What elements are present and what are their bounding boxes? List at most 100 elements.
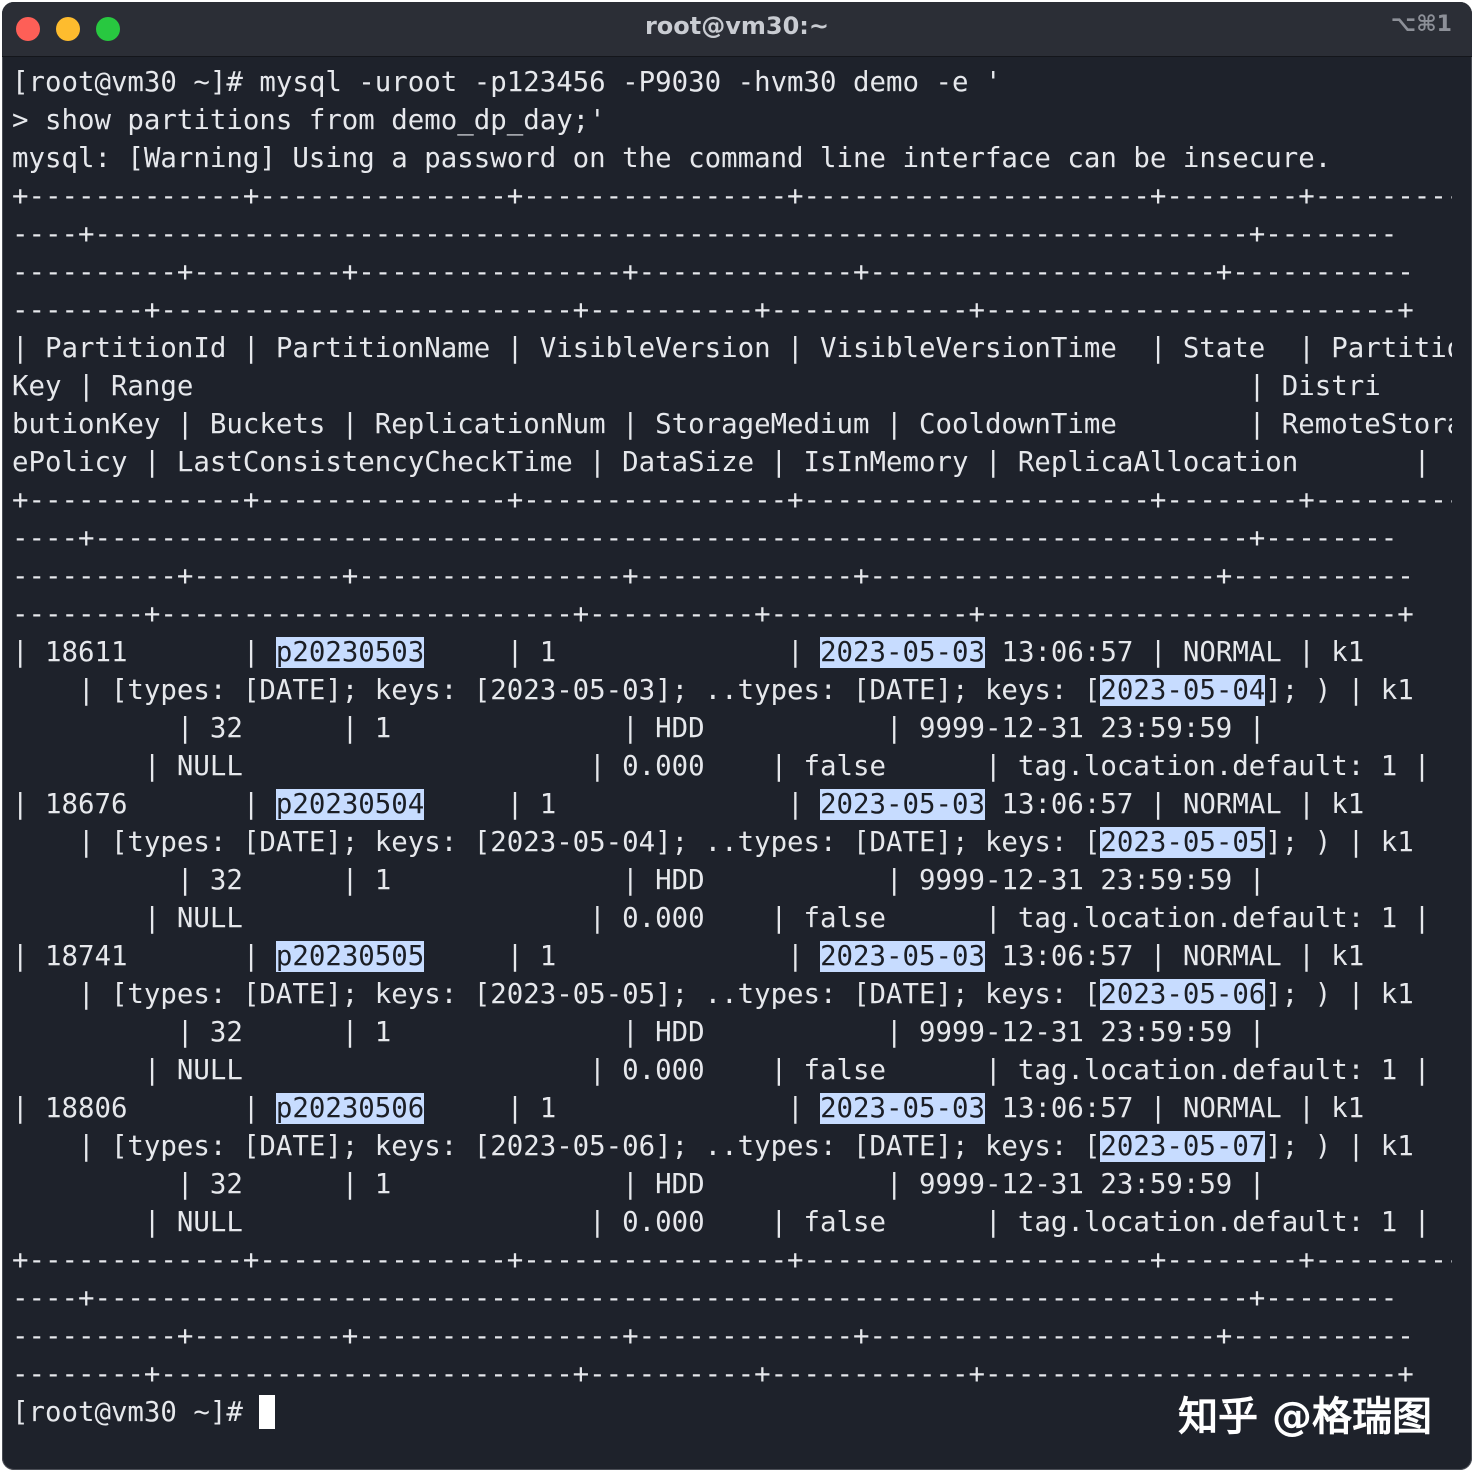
terminal-line: | 32 | 1 | HDD | 9999-12-31 23:59:59 |: [12, 710, 1452, 748]
terminal-text: ----+-----------------------------------…: [12, 1283, 1398, 1314]
selection-highlight: p20230505: [275, 941, 425, 972]
terminal-line: | NULL | 0.000 | false | tag.location.de…: [12, 1052, 1452, 1090]
terminal-text: 13:06:57 | NORMAL | k1: [984, 789, 1365, 820]
terminal-line: ----------+---------+----------------+--…: [12, 558, 1452, 596]
terminal-text: --------+-------------------------+-----…: [12, 599, 1414, 630]
terminal-text: | 18741 |: [12, 941, 276, 972]
terminal-line: +-------------+---------------+---------…: [12, 482, 1452, 520]
terminal-text: ]; ) | k1: [1265, 675, 1414, 706]
terminal-text: --------+-------------------------+-----…: [12, 295, 1414, 326]
terminal-line: | NULL | 0.000 | false | tag.location.de…: [12, 1204, 1452, 1242]
text-cursor: [259, 1394, 276, 1429]
terminal-line: ----+-----------------------------------…: [12, 1280, 1452, 1318]
terminal-line: --------+-------------------------+-----…: [12, 596, 1452, 634]
terminal-line: Key | Range | Distri: [12, 368, 1452, 406]
terminal-text: | NULL | 0.000 | false | tag.location.de…: [12, 751, 1431, 782]
terminal-text: | 32 | 1 | HDD | 9999-12-31 23:59:59 |: [12, 713, 1266, 744]
terminal-line: | 18611 | p20230503 | 1 | 2023-05-03 13:…: [12, 634, 1452, 672]
terminal-text: | 18806 |: [12, 1093, 276, 1124]
terminal-text: butionKey | Buckets | ReplicationNum | S…: [12, 409, 1452, 440]
terminal-text: | PartitionId | PartitionName | VisibleV…: [12, 333, 1452, 364]
terminal-line: ----------+---------+----------------+--…: [12, 254, 1452, 292]
terminal-text: | [types: [DATE]; keys: [2023-05-05]; ..…: [12, 979, 1101, 1010]
terminal-text: | NULL | 0.000 | false | tag.location.de…: [12, 903, 1431, 934]
terminal-text: | 32 | 1 | HDD | 9999-12-31 23:59:59 |: [12, 865, 1266, 896]
selection-highlight: 2023-05-03: [820, 941, 985, 972]
shell-prompt: [root@vm30 ~]#: [12, 1397, 260, 1428]
terminal-line: | NULL | 0.000 | false | tag.location.de…: [12, 748, 1452, 786]
terminal-line: ----+-----------------------------------…: [12, 520, 1452, 558]
terminal-line: | 18676 | p20230504 | 1 | 2023-05-03 13:…: [12, 786, 1452, 824]
terminal-text: > show partitions from demo_dp_day;': [12, 105, 606, 136]
terminal-line: | [types: [DATE]; keys: [2023-05-06]; ..…: [12, 1128, 1452, 1166]
terminal-text: | 1 |: [424, 941, 821, 972]
selection-highlight: p20230504: [275, 789, 425, 820]
terminal-text: ----+-----------------------------------…: [12, 219, 1398, 250]
terminal-line: [root@vm30 ~]# mysql -uroot -p123456 -P9…: [12, 64, 1452, 102]
terminal-text: 13:06:57 | NORMAL | k1: [984, 637, 1365, 668]
terminal-text: | NULL | 0.000 | false | tag.location.de…: [12, 1207, 1431, 1238]
terminal-text: | 18676 |: [12, 789, 276, 820]
terminal-text: ----------+---------+----------------+--…: [12, 1321, 1414, 1352]
terminal-line: ePolicy | LastConsistencyCheckTime | Dat…: [12, 444, 1452, 482]
watermark-text: 知乎 @格瑞图: [1178, 1394, 1432, 1440]
selection-highlight: 2023-05-06: [1100, 979, 1266, 1010]
selection-highlight: 2023-05-03: [820, 789, 985, 820]
terminal-line: | [types: [DATE]; keys: [2023-05-05]; ..…: [12, 976, 1452, 1014]
window-title: root@vm30:~: [644, 12, 830, 40]
terminal-text: +-------------+---------------+---------…: [12, 1245, 1452, 1276]
terminal-text: | [types: [DATE]; keys: [2023-05-04]; ..…: [12, 827, 1101, 858]
terminal-text: | 1 |: [424, 1093, 821, 1124]
terminal-line: | 32 | 1 | HDD | 9999-12-31 23:59:59 |: [12, 1166, 1452, 1204]
tab-shortcut-indicator: ⌥⌘1: [1390, 12, 1452, 37]
selection-highlight: 2023-05-03: [820, 1093, 985, 1124]
terminal-line: | 18741 | p20230505 | 1 | 2023-05-03 13:…: [12, 938, 1452, 976]
terminal-text: | 32 | 1 | HDD | 9999-12-31 23:59:59 |: [12, 1017, 1266, 1048]
terminal-text: +-------------+---------------+---------…: [12, 485, 1452, 516]
terminal-line: ----+-----------------------------------…: [12, 216, 1452, 254]
terminal-line: | NULL | 0.000 | false | tag.location.de…: [12, 900, 1452, 938]
title-bar[interactable]: root@vm30:~ ⌥⌘1: [2, 2, 1472, 57]
terminal-window: root@vm30:~ ⌥⌘1 [root@vm30 ~]# mysql -ur…: [2, 2, 1472, 1470]
terminal-line: butionKey | Buckets | ReplicationNum | S…: [12, 406, 1452, 444]
terminal-text: | [types: [DATE]; keys: [2023-05-06]; ..…: [12, 1131, 1101, 1162]
selection-highlight: 2023-05-04: [1100, 675, 1266, 706]
terminal-text: ----------+---------+----------------+--…: [12, 257, 1414, 288]
terminal-line: --------+-------------------------+-----…: [12, 292, 1452, 330]
terminal-text: | 18611 |: [12, 637, 276, 668]
terminal-line: | 32 | 1 | HDD | 9999-12-31 23:59:59 |: [12, 1014, 1452, 1052]
selection-highlight: p20230506: [275, 1093, 425, 1124]
terminal-text: Key | Range | Distri: [12, 371, 1381, 402]
terminal-text: | NULL | 0.000 | false | tag.location.de…: [12, 1055, 1431, 1086]
terminal-text: 13:06:57 | NORMAL | k1: [984, 1093, 1365, 1124]
terminal-text: [root@vm30 ~]# mysql -uroot -p123456 -P9…: [12, 67, 1002, 98]
terminal-line: mysql: [Warning] Using a password on the…: [12, 140, 1452, 178]
terminal-text: | [types: [DATE]; keys: [2023-05-03]; ..…: [12, 675, 1101, 706]
selection-highlight: 2023-05-05: [1100, 827, 1266, 858]
terminal-text: ]; ) | k1: [1265, 979, 1414, 1010]
terminal-text: ----+-----------------------------------…: [12, 523, 1398, 554]
terminal-line: | [types: [DATE]; keys: [2023-05-03]; ..…: [12, 672, 1452, 710]
terminal-line: | [types: [DATE]; keys: [2023-05-04]; ..…: [12, 824, 1452, 862]
terminal-text: | 32 | 1 | HDD | 9999-12-31 23:59:59 |: [12, 1169, 1266, 1200]
terminal-text: 13:06:57 | NORMAL | k1: [984, 941, 1365, 972]
terminal-line: | PartitionId | PartitionName | VisibleV…: [12, 330, 1452, 368]
terminal-line: | 32 | 1 | HDD | 9999-12-31 23:59:59 |: [12, 862, 1452, 900]
terminal-line: > show partitions from demo_dp_day;': [12, 102, 1452, 140]
terminal-text: ----------+---------+----------------+--…: [12, 561, 1414, 592]
terminal-text: | 1 |: [424, 789, 821, 820]
terminal-output[interactable]: [root@vm30 ~]# mysql -uroot -p123456 -P9…: [12, 64, 1452, 1432]
terminal-text: ]; ) | k1: [1265, 1131, 1414, 1162]
terminal-text: ePolicy | LastConsistencyCheckTime | Dat…: [12, 447, 1431, 478]
terminal-line: +-------------+---------------+---------…: [12, 1242, 1452, 1280]
terminal-text: mysql: [Warning] Using a password on the…: [12, 143, 1332, 174]
selection-highlight: 2023-05-03: [820, 637, 985, 668]
terminal-text: ]; ) | k1: [1265, 827, 1414, 858]
terminal-text: +-------------+---------------+---------…: [12, 181, 1452, 212]
terminal-text: | 1 |: [424, 637, 821, 668]
terminal-line: +-------------+---------------+---------…: [12, 178, 1452, 216]
selection-highlight: 2023-05-07: [1100, 1131, 1266, 1162]
terminal-line: ----------+---------+----------------+--…: [12, 1318, 1452, 1356]
terminal-line: | 18806 | p20230506 | 1 | 2023-05-03 13:…: [12, 1090, 1452, 1128]
selection-highlight: p20230503: [275, 637, 425, 668]
